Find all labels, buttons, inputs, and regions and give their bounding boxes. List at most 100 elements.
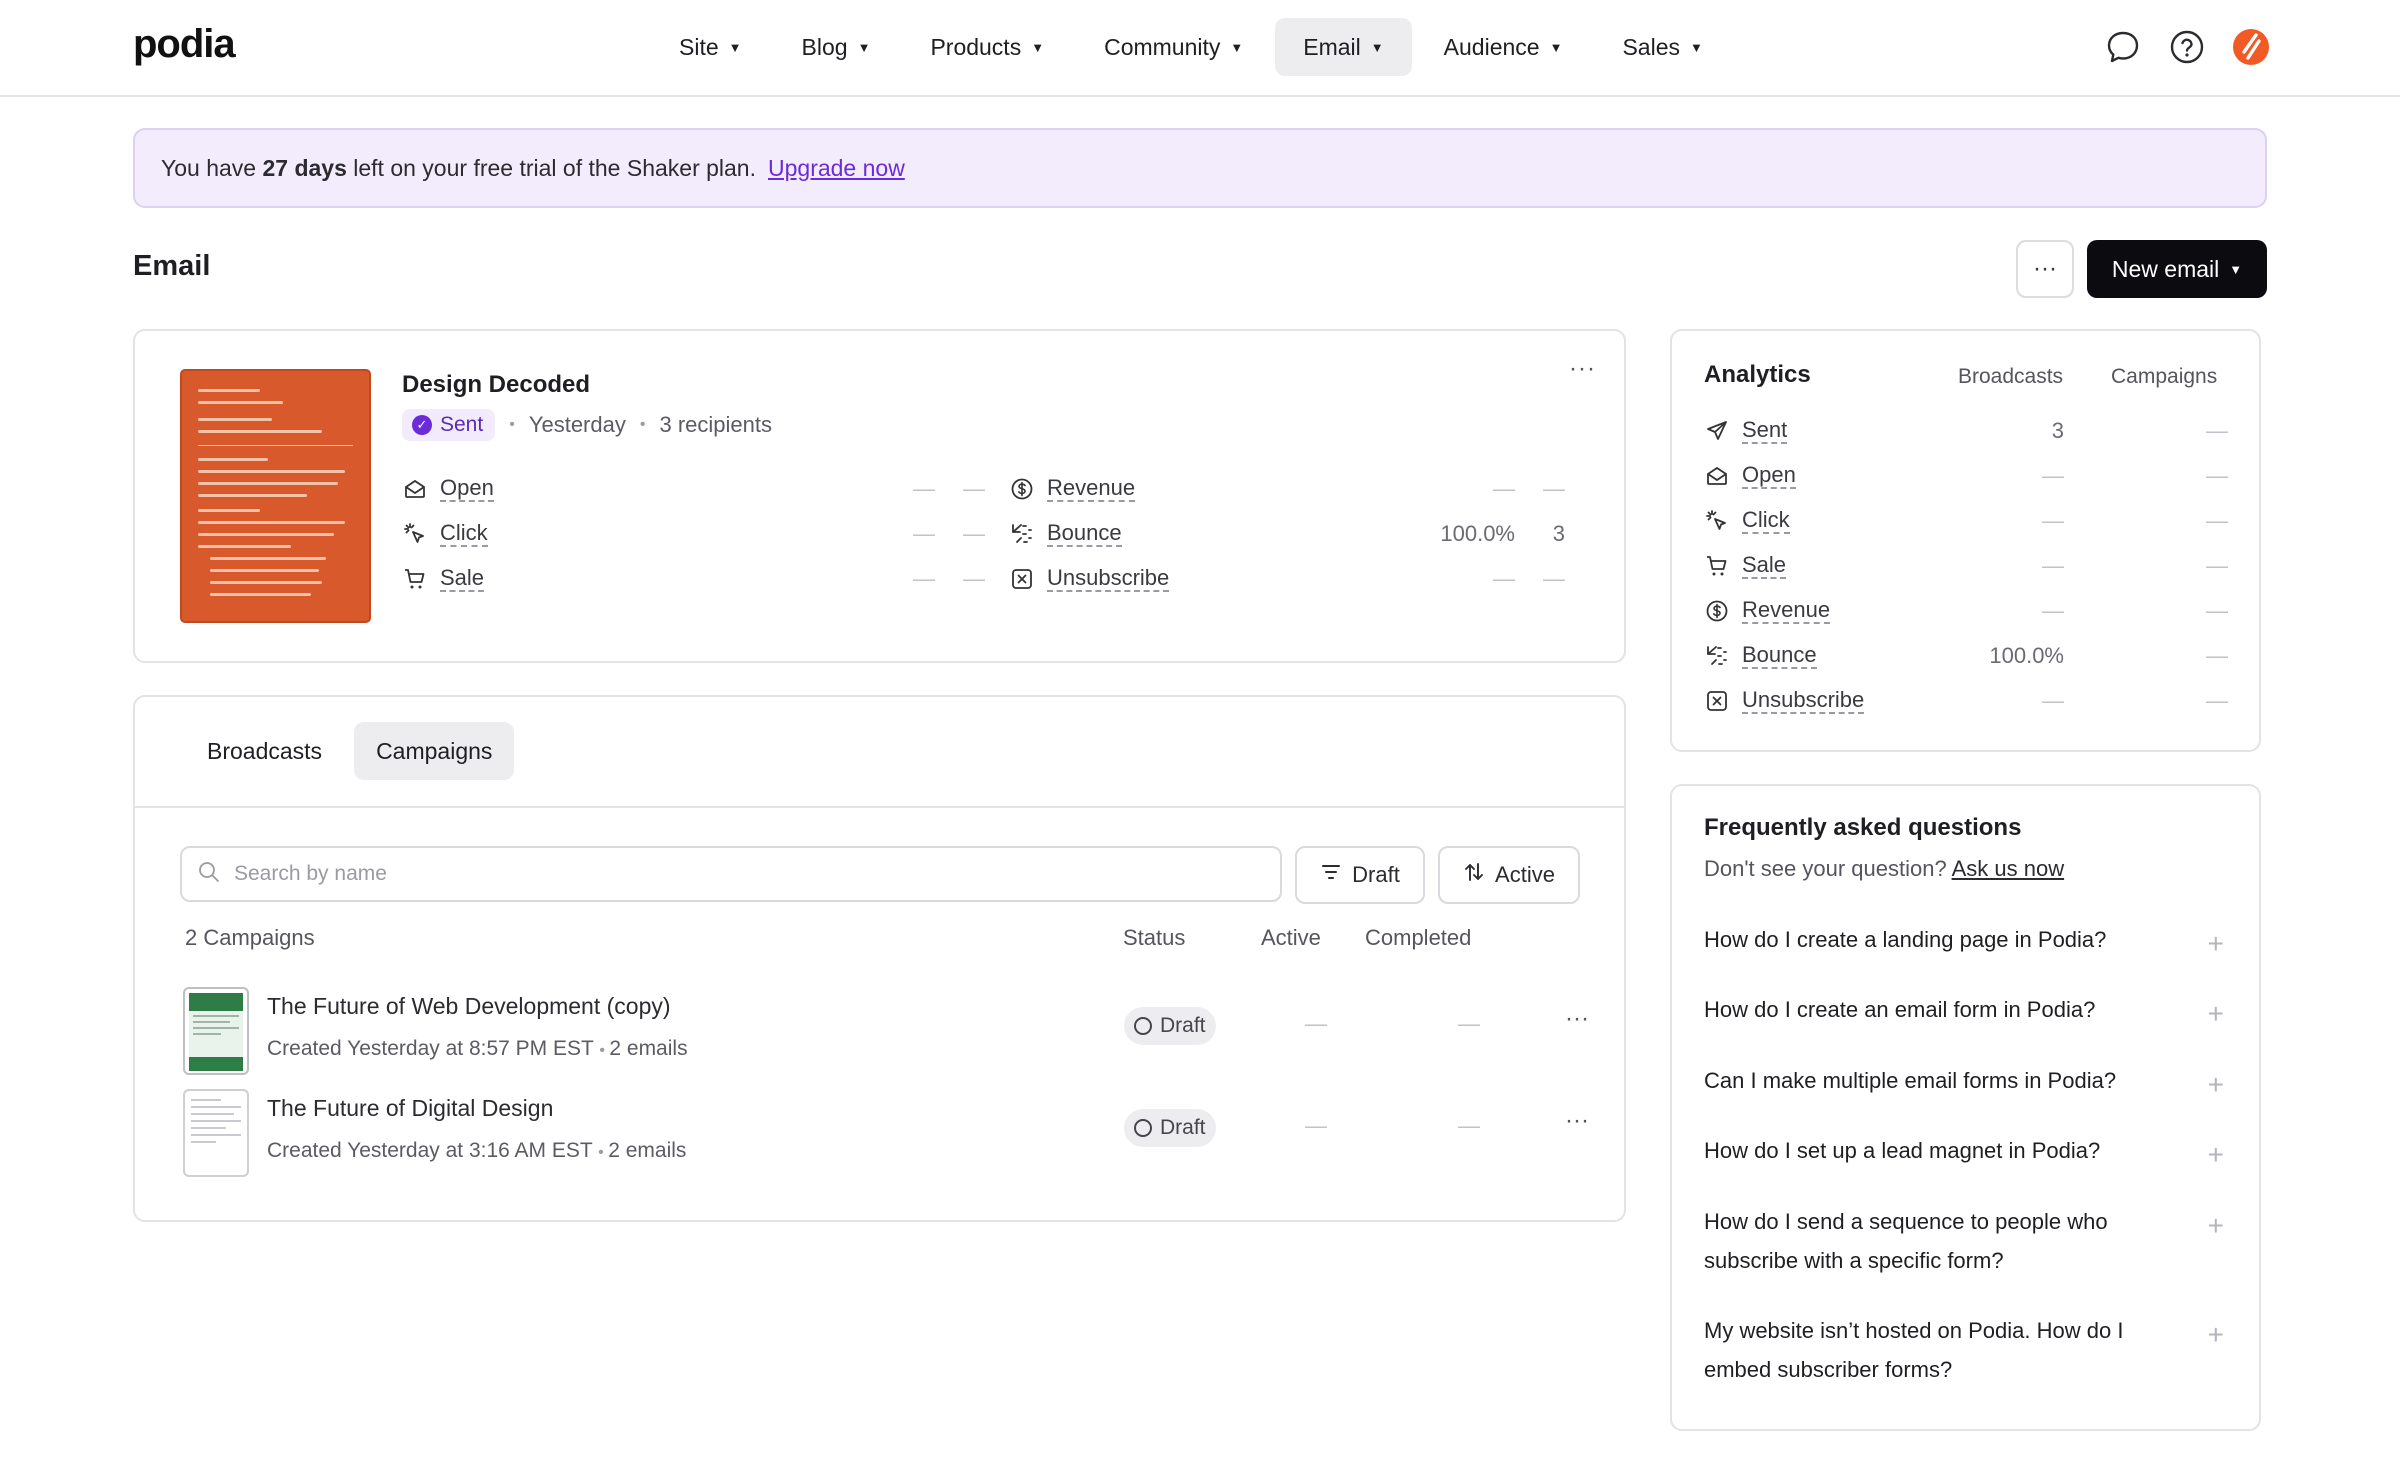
metric-click-value-2: — <box>963 521 985 546</box>
divider <box>135 806 1624 808</box>
faq-item[interactable]: Can I make multiple email forms in Podia… <box>1704 1061 2244 1100</box>
faq-question: How do I create a landing page in Podia? <box>1704 927 2107 952</box>
broadcast-date: Yesterday <box>528 412 626 437</box>
analytics-revenue-campaigns: — <box>2206 598 2228 623</box>
tab-broadcasts[interactable]: Broadcasts <box>185 722 344 780</box>
metric-sale[interactable]: Sale <box>402 563 485 595</box>
nav-blog[interactable]: Blog ▼ <box>774 18 899 76</box>
filter-draft-label: Draft <box>1352 862 1400 887</box>
metric-open-value-1: — <box>913 476 935 501</box>
metric-click-label: Click <box>440 520 488 547</box>
analytics-row-click[interactable]: Click — — <box>1704 505 2234 537</box>
campaign-title[interactable]: The Future of Web Development (copy) <box>267 993 671 1020</box>
table-row[interactable]: The Future of Web Development (copy) Cre… <box>183 987 1593 1087</box>
sort-active-button[interactable]: Active <box>1438 846 1580 904</box>
metric-unsubscribe-value-1: — <box>1493 566 1515 591</box>
podia-logo[interactable]: podia <box>133 22 236 67</box>
more-options-button[interactable]: ··· <box>2016 240 2074 298</box>
check-circle-icon: ✓ <box>412 415 432 435</box>
dollar-circle-icon <box>1704 598 1730 624</box>
faq-item[interactable]: My website isn’t hosted on Podia. How do… <box>1704 1311 2244 1389</box>
campaign-completed-value: — <box>1458 1011 1480 1036</box>
ask-us-link[interactable]: Ask us now <box>1952 856 2065 881</box>
row-more-button[interactable]: ··· <box>1565 1107 1589 1135</box>
envelope-open-icon <box>402 476 428 502</box>
metric-click[interactable]: Click <box>402 518 488 550</box>
faq-question: How do I set up a lead magnet in Podia? <box>1704 1138 2101 1163</box>
nav-blog-label: Blog <box>801 33 848 60</box>
caret-down-icon: ▼ <box>1370 39 1384 55</box>
nav-community[interactable]: Community ▼ <box>1076 18 1271 76</box>
nav-community-label: Community <box>1104 33 1221 60</box>
status-badge: Draft <box>1124 1109 1216 1147</box>
column-broadcasts: Broadcasts <box>1958 365 2064 388</box>
caret-down-icon: ▼ <box>2229 261 2243 277</box>
chat-icon[interactable] <box>2104 28 2142 66</box>
nav-audience[interactable]: Audience ▼ <box>1416 18 1591 76</box>
campaign-created: Created Yesterday at 3:16 AM EST <box>267 1139 593 1162</box>
faq-subtitle-text: Don't see your question? <box>1704 856 1947 881</box>
metric-sale-label: Sale <box>440 565 485 592</box>
new-email-button[interactable]: New email ▼ <box>2087 240 2267 298</box>
broadcast-thumbnail[interactable] <box>180 369 371 623</box>
avatar-icon[interactable] <box>2232 28 2270 66</box>
help-icon[interactable] <box>2168 28 2206 66</box>
nav-email[interactable]: Email ▼ <box>1275 18 1412 76</box>
analytics-row-revenue[interactable]: Revenue — — <box>1704 595 2234 627</box>
metric-open[interactable]: Open <box>402 473 494 505</box>
campaign-emails: 2 emails <box>609 1037 688 1060</box>
plus-icon: + <box>2207 1069 2224 1100</box>
plus-icon: + <box>2207 1210 2224 1241</box>
nav-site-label: Site <box>679 33 719 60</box>
row-more-button[interactable]: ··· <box>1565 1005 1589 1033</box>
metric-revenue-label: Revenue <box>1047 475 1136 502</box>
bounce-icon <box>1704 643 1730 669</box>
faq-item[interactable]: How do I set up a lead magnet in Podia? … <box>1704 1131 2244 1170</box>
filter-draft-button[interactable]: Draft <box>1295 846 1425 904</box>
nav-products[interactable]: Products ▼ <box>902 18 1072 76</box>
faq-item[interactable]: How do I send a sequence to people who s… <box>1704 1202 2244 1280</box>
analytics-sale-broadcasts: — <box>2042 553 2064 578</box>
analytics-unsubscribe-label: Unsubscribe <box>1742 687 1865 714</box>
search-input[interactable] <box>234 862 1234 886</box>
search-field[interactable] <box>180 846 1282 902</box>
analytics-open-label: Open <box>1742 462 1796 489</box>
top-nav: podia Site ▼ Blog ▼ Products ▼ Community ▼ E… <box>0 0 2400 97</box>
metric-open-value-2: — <box>963 476 985 501</box>
campaign-created: Created Yesterday at 8:57 PM EST <box>267 1037 594 1060</box>
metric-unsubscribe-label: Unsubscribe <box>1047 565 1170 592</box>
faq-item[interactable]: How do I create a landing page in Podia?… <box>1704 920 2244 959</box>
faq-subtitle: Don't see your question? Ask us now <box>1704 856 2064 882</box>
analytics-row-sale[interactable]: Sale — — <box>1704 550 2234 582</box>
table-row[interactable]: The Future of Digital Design Created Yes… <box>183 1089 1593 1189</box>
analytics-row-bounce[interactable]: Bounce 100.0% — <box>1704 640 2234 672</box>
campaign-thumbnail <box>183 1089 249 1177</box>
faq-question: Can I make multiple email forms in Podia… <box>1704 1068 2117 1093</box>
upgrade-link[interactable]: Upgrade now <box>768 155 905 182</box>
nav-sales[interactable]: Sales ▼ <box>1594 18 1730 76</box>
sort-active-label: Active <box>1495 862 1555 887</box>
faq-title: Frequently asked questions <box>1704 814 2022 841</box>
send-icon <box>1704 418 1730 444</box>
bounce-icon <box>1009 521 1035 547</box>
metric-bounce[interactable]: Bounce <box>1009 518 1122 550</box>
metric-unsubscribe[interactable]: Unsubscribe <box>1009 563 1170 595</box>
analytics-row-unsubscribe[interactable]: Unsubscribe — — <box>1704 685 2234 717</box>
campaign-thumbnail <box>183 987 249 1075</box>
metric-revenue[interactable]: Revenue <box>1009 473 1136 505</box>
tab-campaigns[interactable]: Campaigns <box>354 722 515 780</box>
nav-site[interactable]: Site ▼ <box>651 18 770 76</box>
caret-down-icon: ▼ <box>1031 39 1045 55</box>
column-active: Active <box>1261 925 1321 950</box>
analytics-row-sent[interactable]: Sent 3 — <box>1704 415 2234 447</box>
dollar-circle-icon <box>1009 476 1035 502</box>
faq-item[interactable]: How do I create an email form in Podia? … <box>1704 990 2244 1029</box>
broadcast-more-button[interactable]: ··· <box>1569 355 1596 383</box>
trial-banner: You have 27 days left on your free trial… <box>133 128 2267 208</box>
broadcast-title[interactable]: Design Decoded <box>402 371 590 399</box>
analytics-row-open[interactable]: Open — — <box>1704 460 2234 492</box>
campaign-title[interactable]: The Future of Digital Design <box>267 1095 553 1122</box>
faq-question: My website isn’t hosted on Podia. How do… <box>1704 1318 2124 1382</box>
trial-text-suffix: left on your free trial of the Shaker pl… <box>346 154 756 181</box>
analytics-sale-label: Sale <box>1742 552 1787 579</box>
